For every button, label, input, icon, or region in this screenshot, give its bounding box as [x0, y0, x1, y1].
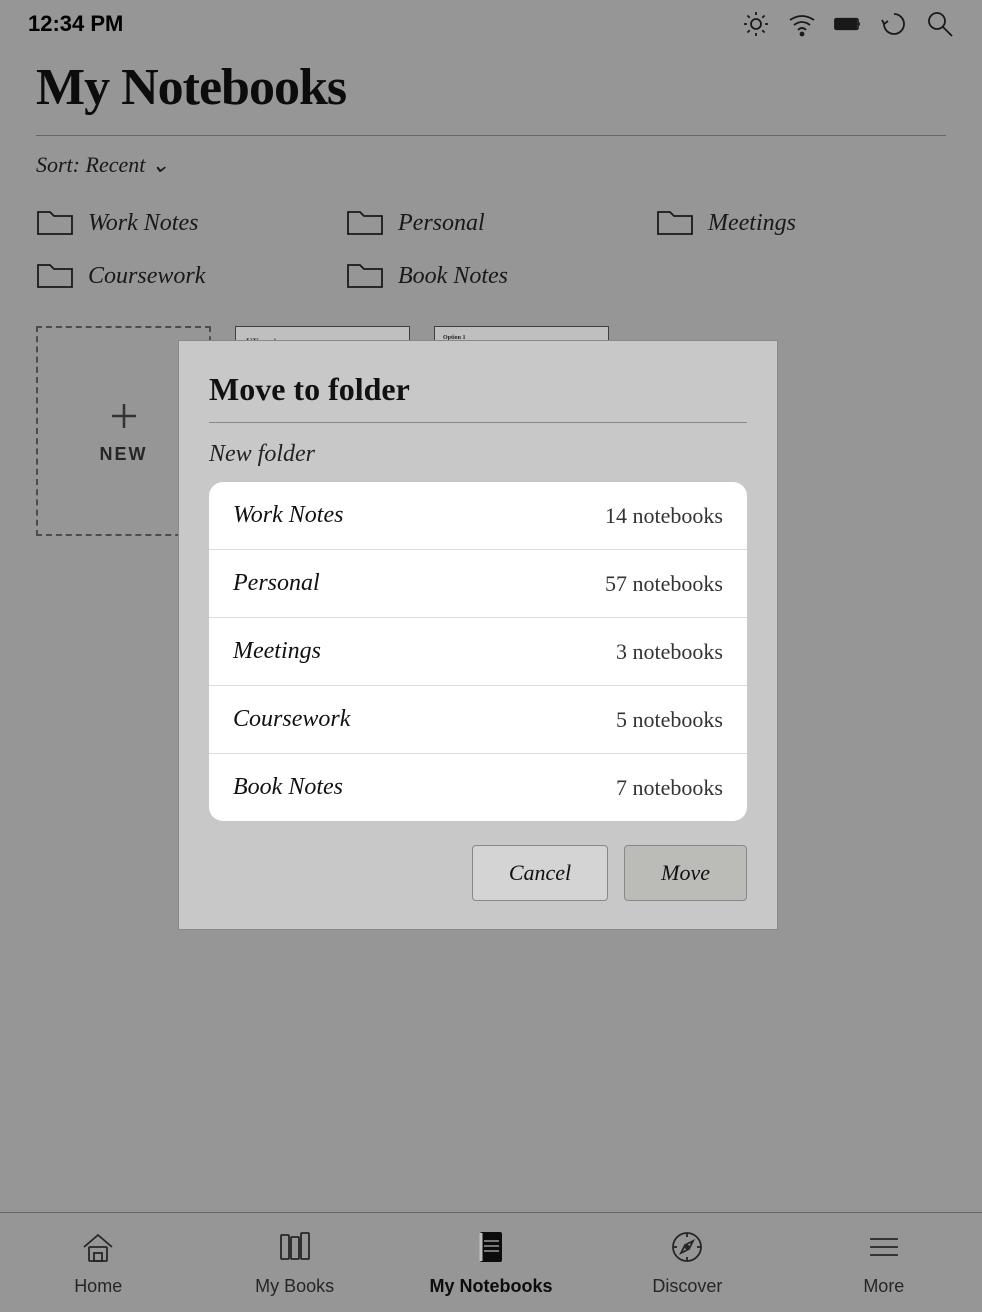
folder-list-item-coursework[interactable]: Coursework 5 notebooks	[209, 686, 747, 754]
folder-list-count: 3 notebooks	[616, 639, 723, 665]
folder-list-count: 14 notebooks	[605, 503, 723, 529]
folder-list-count: 7 notebooks	[616, 775, 723, 801]
move-button[interactable]: Move	[624, 845, 747, 901]
folder-list-item-personal[interactable]: Personal 57 notebooks	[209, 550, 747, 618]
folder-list-name: Coursework	[233, 706, 350, 733]
new-folder-option[interactable]: New folder	[209, 441, 747, 468]
modal-title: Move to folder	[209, 371, 747, 408]
folder-list-name: Work Notes	[233, 502, 343, 529]
folder-list: Work Notes 14 notebooks Personal 57 note…	[209, 482, 747, 821]
folder-list-count: 57 notebooks	[605, 571, 723, 597]
folder-list-count: 5 notebooks	[616, 707, 723, 733]
folder-list-item-work-notes[interactable]: Work Notes 14 notebooks	[209, 482, 747, 550]
folder-list-item-meetings[interactable]: Meetings 3 notebooks	[209, 618, 747, 686]
folder-list-name: Personal	[233, 570, 320, 597]
cancel-button[interactable]: Cancel	[472, 845, 608, 901]
folder-list-name: Meetings	[233, 638, 321, 665]
folder-list-item-book-notes[interactable]: Book Notes 7 notebooks	[209, 754, 747, 821]
move-to-folder-modal: Move to folder New folder Work Notes 14 …	[178, 340, 778, 930]
folder-list-name: Book Notes	[233, 774, 343, 801]
modal-divider	[209, 422, 747, 423]
modal-buttons: Cancel Move	[209, 845, 747, 901]
